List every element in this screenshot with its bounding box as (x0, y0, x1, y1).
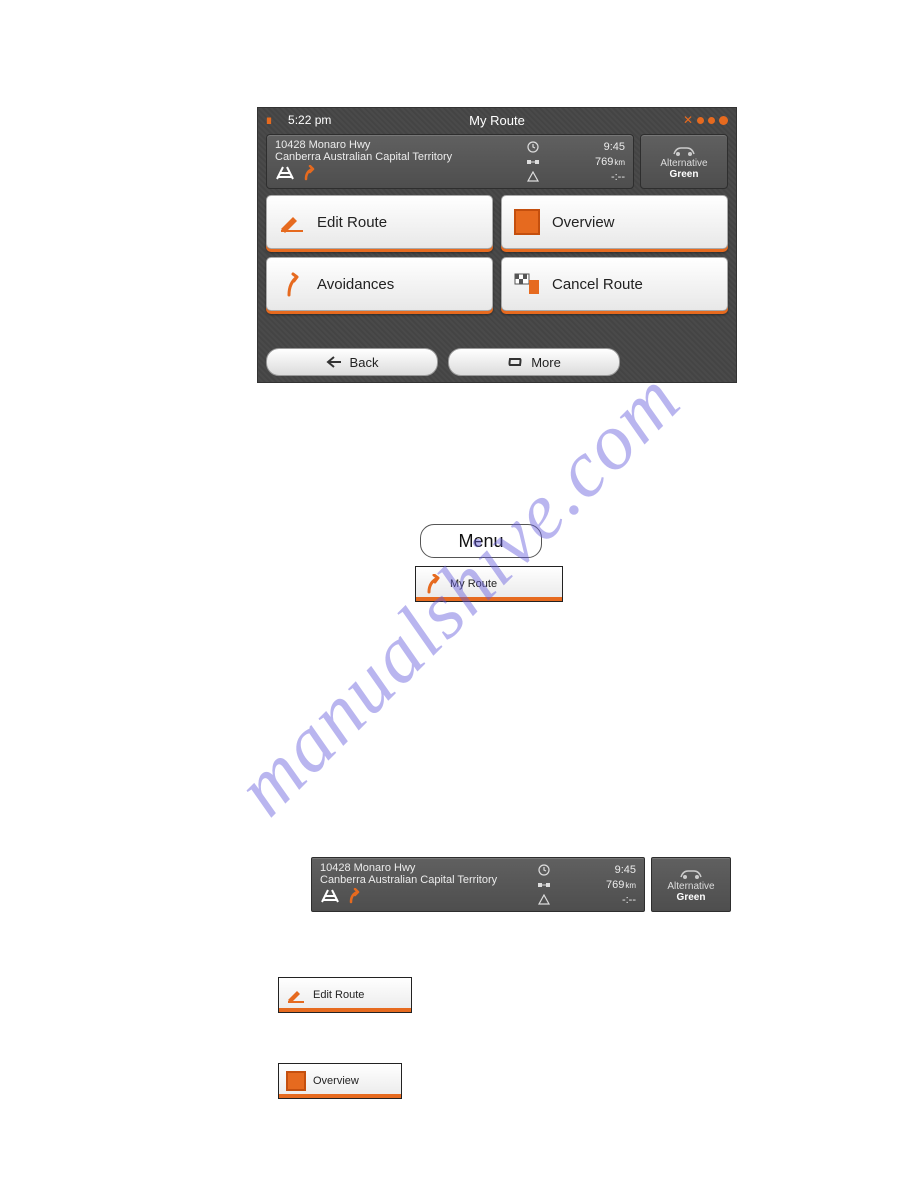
back-label: Back (350, 355, 379, 370)
edit-route-small-button[interactable]: Edit Route (278, 977, 412, 1013)
highway-icon (320, 888, 340, 904)
route-info-bar-copy: 10428 Monaro Hwy Canberra Australian Cap… (311, 857, 731, 912)
alternative-value: Green (670, 169, 699, 180)
overview-small-label: Overview (313, 1075, 359, 1087)
highway-icon (275, 165, 295, 181)
status-bar: ııı 5:22 pm My Route ✕ (258, 108, 736, 132)
overview-icon (512, 209, 542, 235)
warning-value-copy: -:-- (558, 894, 636, 906)
route-stats-copy: 9:45 769km -:-- (536, 862, 636, 907)
alternative-route-button[interactable]: Alternative Green (640, 134, 728, 189)
clock-icon (536, 864, 552, 876)
nav-device-screen: ııı 5:22 pm My Route ✕ 10428 Monaro Hwy … (257, 107, 737, 383)
back-button[interactable]: Back (266, 348, 438, 376)
alternative-value-copy: Green (677, 892, 706, 903)
overview-button[interactable]: Overview (501, 195, 728, 249)
my-route-label: My Route (450, 578, 497, 590)
address-line1: 10428 Monaro Hwy (275, 139, 525, 151)
warning-icon (536, 894, 552, 906)
distance-value-copy: 769km (558, 879, 636, 891)
eta-value: 9:45 (547, 141, 625, 153)
overview-small-button[interactable]: Overview (278, 1063, 402, 1099)
my-route-button[interactable]: My Route (415, 566, 563, 602)
edit-route-button[interactable]: Edit Route (266, 195, 493, 249)
alternative-route-button-copy[interactable]: Alternative Green (651, 857, 731, 912)
route-info-main-copy[interactable]: 10428 Monaro Hwy Canberra Australian Cap… (311, 857, 645, 912)
route-info-main[interactable]: 10428 Monaro Hwy Canberra Australian Cap… (266, 134, 634, 189)
overview-icon (285, 1071, 307, 1091)
route-info-bar: 10428 Monaro Hwy Canberra Australian Cap… (266, 134, 728, 189)
my-route-icon (424, 574, 442, 594)
distance-icon (536, 880, 552, 890)
route-address-copy: 10428 Monaro Hwy Canberra Australian Cap… (320, 862, 536, 907)
alternative-label-copy: Alternative (667, 881, 714, 892)
menu-label: Menu (458, 531, 503, 552)
route-address: 10428 Monaro Hwy Canberra Australian Cap… (275, 139, 525, 184)
edit-route-small-label: Edit Route (313, 989, 364, 1001)
route-stats: 9:45 769km -:-- (525, 139, 625, 184)
address-line2-copy: Canberra Australian Capital Territory (320, 874, 536, 886)
cancel-route-label: Cancel Route (552, 276, 643, 293)
edit-route-icon (285, 986, 307, 1004)
screen-title: My Route (258, 113, 736, 128)
clock-icon (525, 141, 541, 153)
more-button[interactable]: More (448, 348, 620, 376)
avoidances-icon (277, 271, 307, 297)
cancel-route-button[interactable]: Cancel Route (501, 257, 728, 311)
distance-icon (525, 157, 541, 167)
turn-icon (348, 888, 362, 904)
overview-label: Overview (552, 214, 615, 231)
warning-icon (525, 171, 541, 183)
bottom-bar: Back More (266, 348, 728, 376)
menu-button[interactable]: Menu (420, 524, 542, 558)
eta-value-copy: 9:45 (558, 864, 636, 876)
alternative-label: Alternative (660, 158, 707, 169)
address-line1-copy: 10428 Monaro Hwy (320, 862, 536, 874)
address-line2: Canberra Australian Capital Territory (275, 151, 525, 163)
back-arrow-icon (326, 356, 342, 368)
car-icon (671, 144, 697, 158)
edit-route-label: Edit Route (317, 214, 387, 231)
button-grid: Edit Route Overview Avoidances (258, 195, 736, 311)
warning-value: -:-- (547, 171, 625, 183)
turn-icon (303, 165, 317, 181)
more-icon (507, 356, 523, 368)
distance-value: 769km (547, 156, 625, 168)
more-label: More (531, 355, 561, 370)
avoidances-label: Avoidances (317, 276, 394, 293)
edit-route-icon (277, 211, 307, 233)
car-icon (678, 867, 704, 881)
avoidances-button[interactable]: Avoidances (266, 257, 493, 311)
cancel-route-icon (512, 272, 542, 296)
